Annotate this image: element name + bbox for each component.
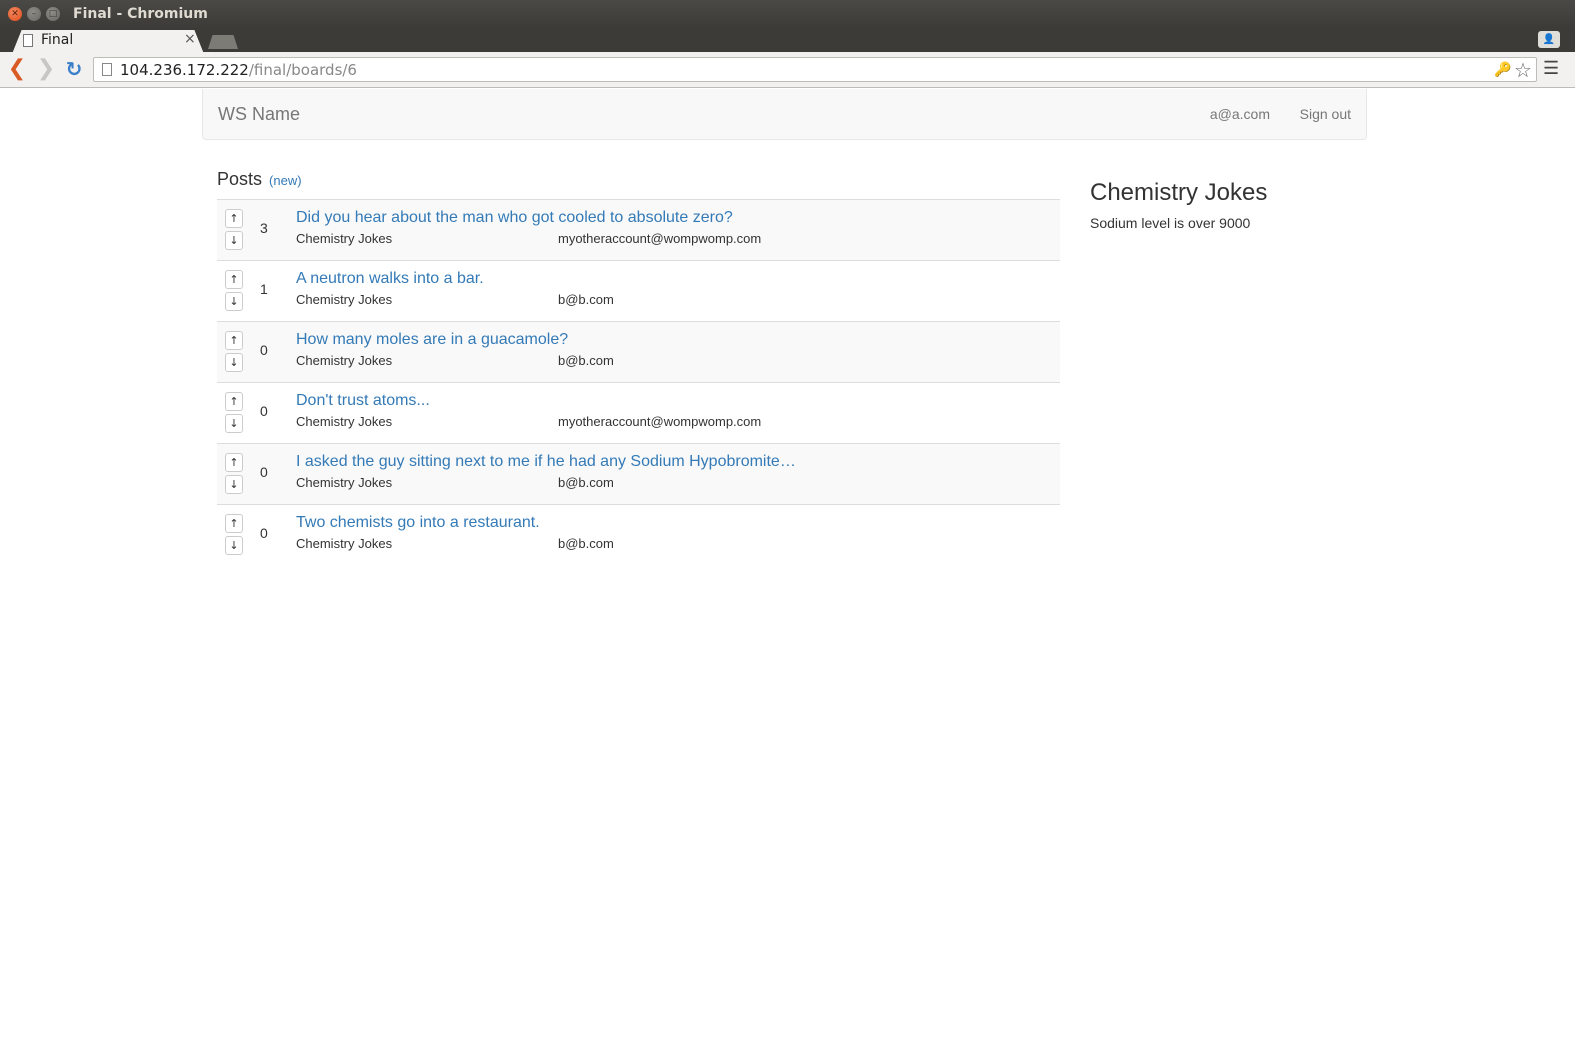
downvote-button[interactable]: ↓ bbox=[225, 353, 243, 372]
upvote-button[interactable]: ↑ bbox=[225, 392, 243, 411]
post-title-link[interactable]: Two chemists go into a restaurant. bbox=[296, 514, 540, 532]
post-board: Chemistry Jokes bbox=[296, 292, 393, 307]
posts-heading-text: Posts bbox=[217, 169, 263, 189]
address-bar[interactable]: 104.236.172.222/final/boards/6 🔑 ☆ bbox=[93, 57, 1537, 82]
board-description: Sodium level is over 9000 bbox=[1090, 215, 1251, 231]
posts-list: ↑ ↓ 3 Did you hear about the man who got co… bbox=[217, 199, 1060, 566]
post-board: Chemistry Jokes bbox=[296, 475, 393, 490]
forward-arrow-icon[interactable]: ❯ bbox=[34, 57, 58, 81]
key-icon[interactable]: 🔑 bbox=[1494, 61, 1511, 78]
new-post-link[interactable]: (new) bbox=[269, 173, 302, 188]
profile-icon[interactable]: 👤 bbox=[1538, 31, 1560, 48]
post-author: b@b.com bbox=[558, 292, 614, 307]
post-author: myotheraccount@wompwomp.com bbox=[558, 414, 762, 429]
downvote-button[interactable]: ↓ bbox=[225, 292, 243, 311]
window-title: Final - Chromium bbox=[73, 6, 208, 22]
post-author: b@b.com bbox=[558, 536, 614, 551]
back-arrow-icon[interactable]: ❮ bbox=[5, 57, 29, 81]
post-row: ↑ ↓ 0 Don't trust atoms... Chemistry Jokes my… bbox=[217, 383, 1060, 444]
post-score: 3 bbox=[260, 220, 268, 236]
upvote-button[interactable]: ↑ bbox=[225, 270, 243, 289]
url-host: 104.236.172.222 bbox=[120, 61, 249, 79]
post-title-link[interactable]: Did you hear about the man who got coole… bbox=[296, 209, 733, 227]
user-email-link[interactable]: a@a.com bbox=[1210, 106, 1270, 122]
post-row: ↑ ↓ 0 Two chemists go into a restaurant. Che… bbox=[217, 505, 1060, 566]
post-score: 0 bbox=[260, 403, 268, 419]
post-score: 1 bbox=[260, 281, 268, 297]
tab-strip: Final × 👤 bbox=[0, 28, 1575, 54]
downvote-button[interactable]: ↓ bbox=[225, 414, 243, 433]
downvote-button[interactable]: ↓ bbox=[225, 231, 243, 250]
post-title-link[interactable]: How many moles are in a guacamole? bbox=[296, 331, 568, 349]
star-icon[interactable]: ☆ bbox=[1514, 58, 1532, 83]
post-row: ↑ ↓ 3 Did you hear about the man who got co… bbox=[217, 200, 1060, 261]
downvote-button[interactable]: ↓ bbox=[225, 475, 243, 494]
page-icon bbox=[23, 34, 33, 47]
maximize-icon[interactable]: □ bbox=[46, 7, 60, 21]
post-row: ↑ ↓ 0 I asked the guy sitting next to me if… bbox=[217, 444, 1060, 505]
upvote-button[interactable]: ↑ bbox=[225, 331, 243, 350]
post-title-link[interactable]: Don't trust atoms... bbox=[296, 392, 430, 410]
tab-title[interactable]: Final bbox=[41, 32, 73, 48]
page-content: WS Name a@a.com Sign out Posts (new) ↑ ↓ 3… bbox=[0, 89, 1575, 1056]
window-titlebar: ✕ – □ Final - Chromium bbox=[0, 0, 1575, 28]
post-score: 0 bbox=[260, 464, 268, 480]
post-author: b@b.com bbox=[558, 353, 614, 368]
close-icon[interactable]: ✕ bbox=[8, 7, 22, 21]
page-icon bbox=[102, 63, 112, 76]
new-tab-button[interactable] bbox=[208, 35, 238, 49]
board-title: Chemistry Jokes bbox=[1090, 179, 1268, 206]
post-board: Chemistry Jokes bbox=[296, 353, 393, 368]
post-author: b@b.com bbox=[558, 475, 614, 490]
post-score: 0 bbox=[260, 525, 268, 541]
brand-link[interactable]: WS Name bbox=[218, 104, 300, 125]
post-score: 0 bbox=[260, 342, 268, 358]
post-row: ↑ ↓ 1 A neutron walks into a bar. Chemistry … bbox=[217, 261, 1060, 322]
tab-close-icon[interactable]: × bbox=[184, 31, 196, 47]
address-url[interactable]: 104.236.172.222/final/boards/6 bbox=[120, 61, 357, 79]
post-board: Chemistry Jokes bbox=[296, 414, 393, 429]
url-path: /final/boards/6 bbox=[248, 61, 357, 79]
post-row: ↑ ↓ 0 How many moles are in a guacamole? Che… bbox=[217, 322, 1060, 383]
reload-icon[interactable]: ↻ bbox=[62, 57, 86, 81]
post-title-link[interactable]: I asked the guy sitting next to me if he… bbox=[296, 453, 796, 471]
post-board: Chemistry Jokes bbox=[296, 231, 393, 246]
site-navbar: WS Name a@a.com Sign out bbox=[202, 89, 1367, 140]
sign-out-link[interactable]: Sign out bbox=[1300, 106, 1351, 122]
browser-toolbar: ❮ ❯ ↻ 104.236.172.222/final/boards/6 🔑 ☆… bbox=[0, 52, 1575, 88]
upvote-button[interactable]: ↑ bbox=[225, 514, 243, 533]
downvote-button[interactable]: ↓ bbox=[225, 536, 243, 555]
posts-heading: Posts (new) bbox=[217, 169, 302, 190]
post-board: Chemistry Jokes bbox=[296, 536, 393, 551]
post-author: myotheraccount@wompwomp.com bbox=[558, 231, 762, 246]
minimize-icon[interactable]: – bbox=[27, 7, 41, 21]
post-title-link[interactable]: A neutron walks into a bar. bbox=[296, 270, 484, 288]
hamburger-menu-icon[interactable]: ☰ bbox=[1543, 58, 1559, 79]
upvote-button[interactable]: ↑ bbox=[225, 453, 243, 472]
upvote-button[interactable]: ↑ bbox=[225, 209, 243, 228]
